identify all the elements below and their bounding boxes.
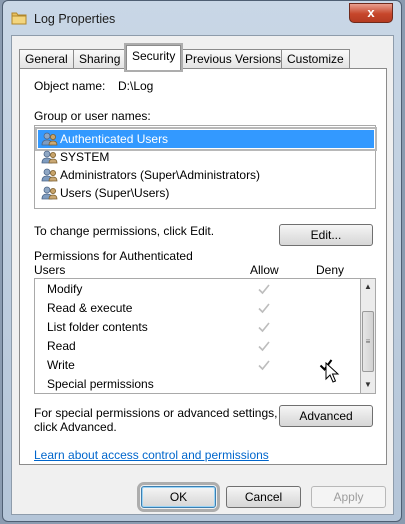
permissions-scrollbar[interactable]: ▲ ≡ ▼ — [360, 278, 376, 394]
user-row-authenticated-users[interactable]: Authenticated Users — [35, 127, 377, 151]
title-bar[interactable]: Log Properties x — [3, 1, 401, 35]
users-group-icon — [41, 132, 58, 146]
object-name-value: D:\Log — [118, 79, 154, 93]
ok-button[interactable]: OK — [137, 482, 220, 512]
allow-inherited-check-icon — [258, 284, 270, 295]
group-user-list[interactable]: Authenticated Users SYSTEM Administrator… — [34, 125, 377, 209]
allow-column-header: Allow — [250, 263, 279, 277]
users-group-icon — [41, 150, 58, 164]
permissions-list: Modify Read & execute List folder conten… — [34, 278, 360, 394]
user-name: SYSTEM — [60, 150, 110, 164]
permission-name: Write — [47, 358, 75, 372]
permissions-title-line2: Users — [34, 263, 66, 277]
allow-inherited-check-icon — [258, 303, 270, 314]
learn-access-control-link[interactable]: Learn about access control and permissio… — [34, 448, 269, 462]
permission-name: List folder contents — [47, 320, 148, 334]
scroll-thumb[interactable]: ≡ — [362, 311, 374, 372]
permission-row-modify: Modify — [35, 280, 360, 299]
advanced-hint-line1: For special permissions or advanced sett… — [34, 406, 278, 420]
window-title: Log Properties — [34, 12, 116, 26]
user-name: Administrators (Super\Administrators) — [60, 168, 261, 182]
security-tab-page: Object name: D:\Log Group or user names:… — [19, 68, 387, 465]
user-row-users[interactable]: Users (Super\Users) — [38, 184, 374, 202]
scroll-up-arrow-icon[interactable]: ▲ — [361, 279, 375, 295]
users-group-icon — [41, 186, 58, 200]
close-button[interactable]: x — [349, 3, 393, 23]
mouse-cursor-icon — [325, 362, 340, 383]
permission-name: Read — [47, 339, 76, 353]
tab-general[interactable]: General — [19, 49, 74, 69]
tab-customize[interactable]: Customize — [281, 49, 350, 69]
tab-sharing[interactable]: Sharing — [73, 49, 127, 69]
scroll-down-arrow-icon[interactable]: ▼ — [361, 377, 375, 393]
permissions-title-line1: Permissions for Authenticated — [34, 249, 193, 263]
allow-inherited-check-icon — [258, 341, 270, 352]
allow-inherited-check-icon — [258, 322, 270, 333]
tab-previous-versions[interactable]: Previous Versions — [179, 49, 288, 69]
permission-row-read: Read — [35, 337, 360, 356]
user-name: Authenticated Users — [60, 132, 169, 146]
permission-name: Modify — [47, 282, 83, 296]
user-name: Users (Super\Users) — [60, 186, 170, 200]
deny-column-header: Deny — [316, 263, 345, 277]
permission-name: Read & execute — [47, 301, 133, 315]
advanced-button[interactable]: Advanced — [279, 405, 373, 427]
object-name-label: Object name: — [34, 79, 106, 93]
properties-window: Log Properties x General Sharing Securit… — [2, 0, 402, 522]
users-group-icon — [41, 168, 58, 182]
change-permissions-hint: To change permissions, click Edit. — [34, 224, 215, 238]
cancel-button[interactable]: Cancel — [226, 486, 301, 508]
user-row-system[interactable]: SYSTEM — [38, 148, 374, 166]
permission-row-list-folder-contents: List folder contents — [35, 318, 360, 337]
group-user-names-label: Group or user names: — [34, 109, 151, 123]
advanced-hint-line2: click Advanced. — [34, 420, 117, 434]
edit-button[interactable]: Edit... — [279, 224, 373, 246]
allow-inherited-check-icon — [258, 360, 270, 371]
tab-security[interactable]: Security — [123, 43, 184, 72]
dialog-client: General Sharing Security Previous Versio… — [11, 35, 394, 515]
permission-name: Special permissions — [47, 377, 154, 391]
apply-button[interactable]: Apply — [311, 486, 386, 508]
user-row-administrators[interactable]: Administrators (Super\Administrators) — [38, 166, 374, 184]
permission-row-write: Write — [35, 356, 360, 375]
folder-icon — [11, 12, 27, 25]
permission-row-read-execute: Read & execute — [35, 299, 360, 318]
permission-row-special: Special permissions — [35, 375, 360, 393]
